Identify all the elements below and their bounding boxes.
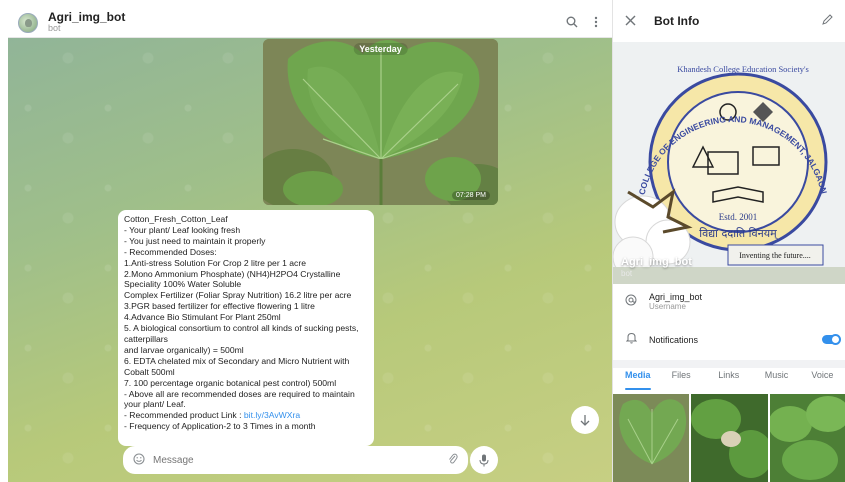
message-line: catterpillars (124, 333, 168, 344)
more-vertical-icon[interactable] (594, 16, 598, 31)
bot-info-panel: Bot Info Inventing the future.... Estd. … (612, 0, 845, 482)
media-grid (613, 394, 845, 482)
message-line: - Frequency of Application-2 to 3 Times … (124, 421, 316, 432)
message-line: Complex Fertilizer (Foliar Spray Nutriti… (124, 290, 352, 301)
message-line: 6. EDTA chelated mix of Secondary and Mi… (124, 355, 350, 366)
section-divider (613, 360, 845, 368)
username-row[interactable]: Agri_img_bot Username (613, 292, 845, 311)
product-link[interactable]: bit.ly/3AvWXra (244, 410, 300, 420)
message-line: 4.Advance Bio Stimulant For Plant 250ml (124, 312, 281, 323)
tab-files[interactable]: Files (660, 370, 707, 392)
message-line: Cobalt 500ml (124, 366, 175, 377)
message-line: and larvae organically) = 500ml (124, 344, 244, 355)
tab-links[interactable]: Links (706, 370, 753, 392)
tab-music[interactable]: Music (753, 370, 800, 392)
message-line: - Your plant/ Leaf looking fresh (124, 224, 241, 235)
logo-estd: Estd. 2001 (719, 212, 758, 222)
message-line: 3.PGR based fertilizer for effective flo… (124, 301, 315, 312)
smile-icon[interactable] (133, 452, 145, 468)
message-line: Cotton_Fresh_Cotton_Leaf (124, 214, 228, 224)
media-thumbnail[interactable] (613, 394, 690, 482)
product-link-line: - Recommended product Link : bit.ly/3AvW… (124, 410, 368, 421)
username-value: Agri_img_bot (649, 292, 703, 302)
bot-message-bubble[interactable]: Cotton_Fresh_Cotton_Leaf - Your plant/ L… (118, 210, 374, 446)
notifications-toggle[interactable] (822, 334, 841, 345)
logo-society-text: Khandesh College Education Society's (677, 64, 809, 74)
message-line: - Recommended Doses: (124, 246, 217, 257)
media-tabs: Media Files Links Music Voice (613, 370, 845, 392)
message-line: 2.Mono Ammonium Phosphate) (NH4)H2PO4 Cr… (124, 268, 341, 279)
cotton-leaf-photo[interactable]: Yesterday 07:28 PM (263, 39, 498, 205)
paperclip-icon[interactable] (448, 453, 458, 468)
message-line: 7. 100 percentage organic botanical pest… (124, 377, 337, 388)
message-line: 5. A biological consortium to control al… (124, 323, 359, 334)
logo-motto: विद्या ददाति विनयम् (699, 227, 778, 240)
message-line: - Above all are recommended doses are re… (124, 388, 355, 399)
pencil-icon[interactable] (822, 14, 833, 28)
bell-icon (613, 332, 649, 347)
message-composer[interactable] (123, 446, 468, 474)
tab-media[interactable]: Media (613, 370, 660, 392)
at-icon (613, 294, 649, 309)
close-icon[interactable] (625, 13, 636, 29)
bot-profile-photo[interactable]: Inventing the future.... Estd. 2001 विद्… (613, 42, 845, 284)
search-icon[interactable] (566, 16, 578, 31)
message-line: your plant/ Leaf. (124, 399, 186, 410)
panel-title: Bot Info (654, 14, 700, 28)
microphone-icon[interactable] (470, 446, 498, 474)
profile-subtitle: bot (621, 269, 633, 278)
logo-tagline: Inventing the future.... (739, 251, 811, 260)
product-link-prefix: - Recommended product Link : (124, 410, 244, 421)
message-line: - You just need to maintain it properly (124, 235, 266, 246)
tab-voice[interactable]: Voice (799, 370, 845, 392)
chat-header[interactable]: Agri_img_bot bot (8, 8, 612, 38)
bot-avatar[interactable] (18, 12, 38, 33)
profile-name: Agri_img_bot (621, 256, 692, 268)
notifications-label: Notifications (649, 334, 699, 345)
notifications-row[interactable]: Notifications (613, 332, 845, 347)
panel-header: Bot Info (613, 0, 845, 42)
media-thumbnail[interactable] (691, 394, 768, 482)
chat-subtitle: bot (48, 23, 61, 34)
message-line: 1.Anti-stress Solution For Crop 2 litre … (124, 257, 306, 268)
chat-area: Agri_img_bot bot Yesterday 07:28 PM Cott… (8, 8, 612, 482)
message-line: Speciality 100% Water Soluble (124, 279, 242, 290)
username-label: Username (649, 302, 686, 311)
media-thumbnail[interactable] (769, 394, 845, 482)
message-input[interactable] (153, 454, 448, 466)
photo-time-label: 07:28 PM (452, 191, 490, 200)
arrow-down-icon[interactable] (571, 406, 599, 434)
photo-date-label: Yesterday (353, 43, 408, 55)
